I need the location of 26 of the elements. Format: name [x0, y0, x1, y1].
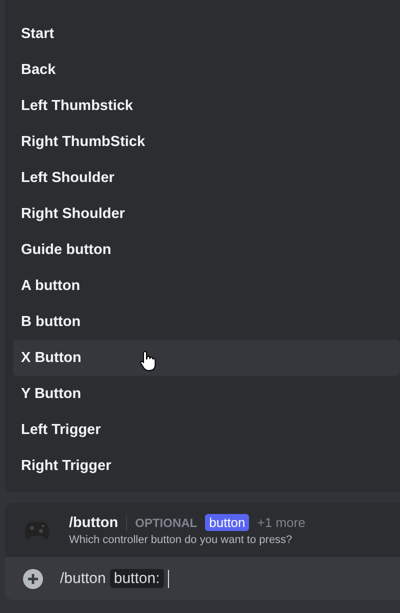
- option-item[interactable]: Left Trigger: [13, 412, 400, 448]
- option-item[interactable]: B button: [13, 304, 400, 340]
- option-item[interactable]: A button: [13, 268, 400, 304]
- text-caret: [168, 570, 169, 588]
- option-item[interactable]: Left Thumbstick: [13, 88, 400, 124]
- command-card[interactable]: /button OPTIONAL button +1 more Which controller button do you want to press?: [5, 503, 400, 557]
- option-chip: button:: [110, 569, 164, 588]
- gamepad-icon: [24, 520, 50, 540]
- option-tag: button: [205, 514, 250, 531]
- option-item[interactable]: Guide button: [13, 232, 400, 268]
- hand-cursor-icon: [140, 350, 156, 372]
- option-item[interactable]: Right Shoulder: [13, 196, 400, 232]
- typed-command: /button: [60, 570, 106, 587]
- add-icon[interactable]: [23, 568, 43, 588]
- command-description: Which controller button do you want to press?: [69, 534, 294, 546]
- message-input[interactable]: /button button:: [5, 557, 400, 600]
- option-item[interactable]: Right ThumbStick: [13, 124, 400, 160]
- command-name: /button: [69, 514, 118, 530]
- option-item[interactable]: Back: [13, 52, 400, 88]
- option-item[interactable]: X Button: [13, 340, 400, 376]
- option-item[interactable]: Y Button: [13, 376, 400, 412]
- optional-label: OPTIONAL: [135, 516, 198, 530]
- option-item[interactable]: Right Trigger: [13, 448, 400, 484]
- more-count: +1 more: [257, 515, 306, 530]
- option-item[interactable]: Start: [13, 16, 400, 52]
- option-item[interactable]: Left Shoulder: [13, 160, 400, 196]
